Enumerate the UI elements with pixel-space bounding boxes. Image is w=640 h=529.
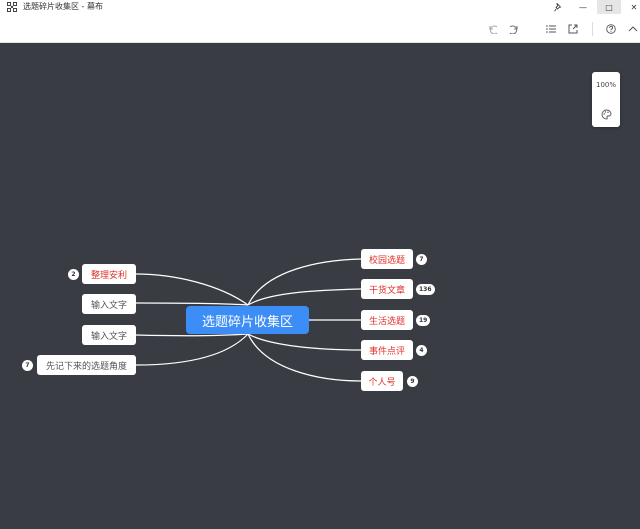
central-topic[interactable]: 选题碎片收集区 <box>186 306 309 334</box>
topic-node-personal[interactable]: 个人号 <box>361 371 403 391</box>
topic-node-recommendations[interactable]: 整理安利 <box>82 264 136 284</box>
topic-node-angles[interactable]: 先记下来的选题角度 <box>37 355 136 375</box>
topic-node-placeholder[interactable]: 输入文字 <box>82 294 136 314</box>
child-count-badge[interactable]: 9 <box>407 376 418 387</box>
edge-left-1 <box>135 273 249 306</box>
edge-left-4 <box>135 333 249 366</box>
topic-node-commentary[interactable]: 事件点评 <box>361 340 413 360</box>
child-count-badge[interactable]: 7 <box>416 254 427 265</box>
edge-right-2 <box>247 288 362 306</box>
child-count-badge[interactable]: 19 <box>416 315 431 326</box>
topic-node-campus[interactable]: 校园选题 <box>361 249 413 269</box>
child-count-badge[interactable]: 136 <box>416 284 435 295</box>
topic-node-life[interactable]: 生活选题 <box>361 310 413 330</box>
edge-left-2 <box>135 302 249 306</box>
topic-node-placeholder[interactable]: 输入文字 <box>82 325 136 345</box>
edge-left-3 <box>135 333 249 337</box>
child-count-badge[interactable]: 2 <box>68 269 79 280</box>
topic-node-practical[interactable]: 干货文章 <box>361 279 413 299</box>
child-count-badge[interactable]: 4 <box>416 345 427 356</box>
edge-right-4 <box>247 333 362 351</box>
child-count-badge[interactable]: 7 <box>22 360 33 371</box>
